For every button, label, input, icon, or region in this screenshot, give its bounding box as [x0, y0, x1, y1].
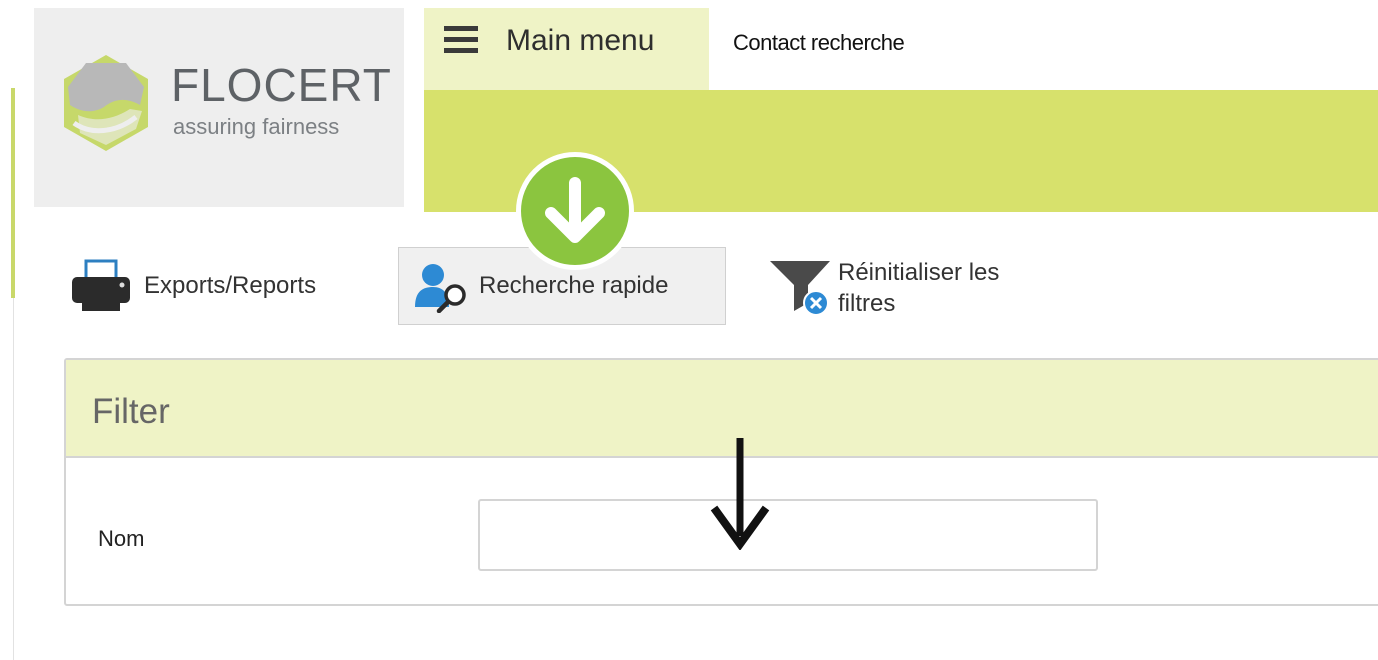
- printer-icon: [72, 259, 130, 311]
- logo[interactable]: FLOCERT assuring fairness: [34, 8, 404, 207]
- logo-tagline: assuring fairness: [173, 114, 340, 139]
- logo-wordmark: FLOCERT: [171, 59, 392, 111]
- contact-recherche-link[interactable]: Contact recherche: [733, 30, 905, 56]
- quick-search-label: Recherche rapide: [479, 272, 669, 299]
- filter-title: Filter: [92, 392, 170, 431]
- left-rail-line: [13, 298, 14, 660]
- left-rail: [0, 0, 15, 660]
- reset-filters-button[interactable]: Réinitialiser les filtres: [768, 256, 999, 320]
- arrow-down-circle-icon: [516, 152, 634, 270]
- reset-filters-label-line1: Réinitialiser les: [838, 259, 1000, 286]
- nom-label: Nom: [98, 526, 145, 551]
- main-menu-label: Main menu: [506, 24, 655, 57]
- nom-input[interactable]: [478, 499, 1098, 571]
- user-search-icon: [415, 264, 466, 313]
- main-menu-button[interactable]: Main menu: [424, 8, 709, 90]
- reset-filters-label-line2: filtres: [838, 290, 896, 317]
- flocert-logo-icon: [64, 55, 148, 151]
- hamburger-icon: [444, 26, 478, 56]
- exports-reports-label: Exports/Reports: [144, 272, 317, 299]
- funnel-clear-icon: [770, 261, 830, 316]
- left-rail-accent: [11, 88, 15, 298]
- arrow-down-icon: [710, 438, 770, 550]
- exports-reports-button[interactable]: Exports/Reports: [70, 258, 316, 314]
